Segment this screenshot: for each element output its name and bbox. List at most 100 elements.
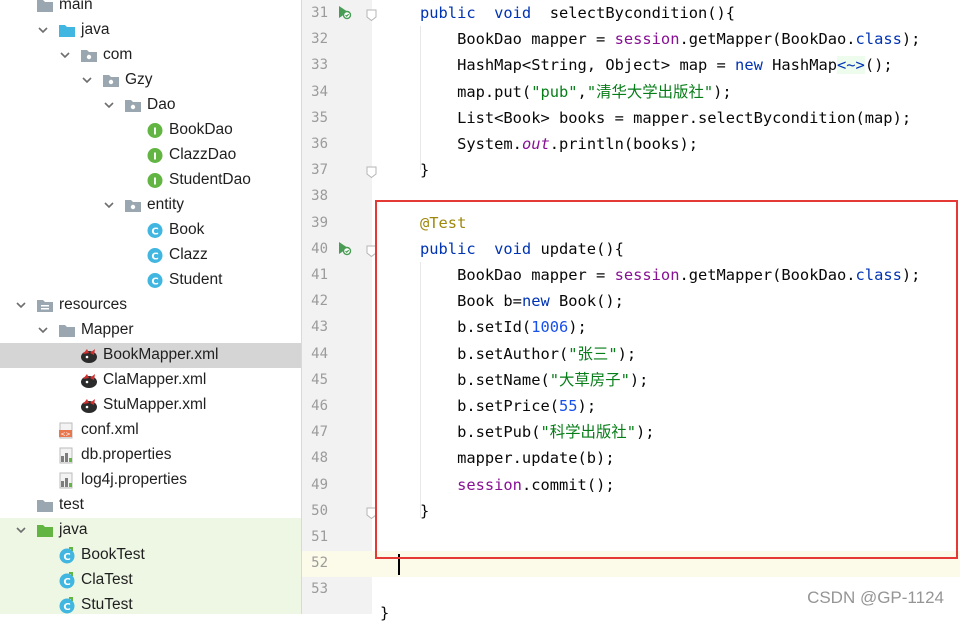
package-icon (102, 72, 120, 89)
tree-item-test[interactable]: test (0, 493, 301, 518)
tree-item-gzy[interactable]: Gzy (0, 68, 301, 93)
tree-item-conf-xml[interactable]: <> conf.xml (0, 418, 301, 443)
line-number: 52 (311, 555, 328, 572)
line-number: 34 (311, 83, 328, 100)
tree-item-clamapper-xml[interactable]: ClaMapper.xml (0, 368, 301, 393)
indent-guide (420, 262, 421, 518)
tree-item-resources[interactable]: resources (0, 293, 301, 318)
fold-icon[interactable] (366, 506, 377, 519)
tree-item-stumapper-xml[interactable]: StuMapper.xml (0, 393, 301, 418)
tree-item-main[interactable]: main (0, 0, 301, 18)
folder-gray-icon (36, 497, 54, 514)
line-number: 49 (311, 476, 328, 493)
indent-guide (420, 26, 421, 170)
tree-item-log4j-properties[interactable]: log4j.properties (0, 468, 301, 493)
tree-item-mapper[interactable]: Mapper (0, 318, 301, 343)
tree-item-label: ClaMapper.xml (103, 371, 207, 388)
class-icon: C (146, 247, 164, 264)
tree-item-stutest[interactable]: C StuTest (0, 593, 301, 614)
fold-icon[interactable] (366, 8, 377, 22)
package-icon (124, 197, 142, 214)
line-number: 40 (311, 240, 328, 257)
svg-text:I: I (153, 152, 157, 163)
tree-item-com[interactable]: com (0, 43, 301, 68)
line-number: 39 (311, 214, 328, 231)
tree-item-clatest[interactable]: C ClaTest (0, 568, 301, 593)
code-line: b.setPrice(55); (420, 397, 597, 415)
tree-item-label: BookTest (81, 546, 145, 563)
chevron-down-icon[interactable] (36, 23, 50, 37)
code-line: System.out.println(books); (420, 135, 699, 153)
tree-item-label: StuTest (81, 596, 133, 613)
tree-item-label: Dao (147, 96, 176, 113)
code-line: b.setAuthor("张三"); (420, 344, 637, 363)
code-line: session.commit(); (457, 475, 615, 494)
fold-icon[interactable] (366, 244, 377, 257)
package-icon (80, 47, 98, 64)
tree-item-label: Mapper (81, 321, 134, 338)
tree-item-clazzdao[interactable]: I ClazzDao (0, 143, 301, 168)
properties-icon (58, 447, 76, 464)
tree-item-label: Book (169, 221, 205, 238)
tree-item-java[interactable]: java (0, 18, 301, 43)
chevron-down-icon[interactable] (102, 98, 116, 112)
code-line: BookDao mapper = session.getMapper(BookD… (420, 266, 921, 284)
run-test-icon[interactable] (336, 240, 352, 256)
tree-item-bookdao[interactable]: I BookDao (0, 118, 301, 143)
line-number: 51 (311, 529, 328, 545)
folder-blue-icon (58, 22, 76, 39)
svg-text:C: C (151, 252, 158, 263)
tree-item-bookmapper-xml[interactable]: BookMapper.xml (0, 343, 301, 368)
line-number: 41 (311, 267, 328, 283)
line-number: 48 (311, 450, 328, 467)
interface-icon: I (146, 172, 164, 189)
mybatis-icon (80, 397, 98, 414)
chevron-down-icon[interactable] (36, 323, 50, 337)
tree-item-label: test (59, 496, 84, 513)
tree-item-label: com (103, 46, 133, 63)
code-line: map.put("pub","清华大学出版社"); (420, 82, 732, 101)
current-line-highlight (302, 551, 960, 577)
tree-item-studentdao[interactable]: I StudentDao (0, 168, 301, 193)
tree-item-booktest[interactable]: C BookTest (0, 543, 301, 568)
svg-text:C: C (151, 277, 158, 288)
line-number: 42 (311, 293, 328, 310)
tree-item-label: java (81, 21, 110, 38)
tree-item-book[interactable]: C Book (0, 218, 301, 243)
svg-text:C: C (63, 602, 70, 613)
tree-item-label: Clazz (169, 246, 208, 263)
line-number: 32 (311, 31, 328, 48)
line-number: 53 (311, 581, 328, 598)
line-number: 38 (311, 188, 328, 205)
line-number: 46 (311, 398, 328, 414)
testclass-icon: C (58, 547, 76, 564)
tree-item-label: Student (169, 271, 223, 288)
chevron-down-icon[interactable] (14, 298, 28, 312)
svg-text:<>: <> (60, 431, 70, 438)
code-line: BookDao mapper = session.getMapper(BookD… (420, 30, 921, 49)
code-line: Book b=new Book(); (420, 292, 624, 311)
tree-item-label: BookDao (169, 121, 233, 138)
tree-item-java[interactable]: java (0, 518, 301, 543)
fold-icon[interactable] (366, 165, 377, 179)
project-tree: main java com Gzy Dao I BookDao I ClazzDao I Stude… (0, 0, 301, 614)
code-line: } (420, 501, 430, 520)
code-line: List<Book> books = mapper.selectBycondit… (420, 108, 912, 127)
svg-text:C: C (151, 227, 158, 238)
chevron-down-icon[interactable] (58, 48, 72, 62)
chevron-down-icon[interactable] (80, 73, 94, 87)
tree-item-db-properties[interactable]: db.properties (0, 443, 301, 468)
tree-item-entity[interactable]: entity (0, 193, 301, 218)
interface-icon: I (146, 147, 164, 164)
chevron-down-icon[interactable] (14, 523, 28, 537)
svg-text:I: I (153, 177, 157, 188)
tree-item-student[interactable]: C Student (0, 268, 301, 293)
code-line: b.setPub("科学出版社"); (420, 423, 655, 442)
class-icon: C (146, 222, 164, 239)
tree-item-label: log4j.properties (81, 471, 187, 488)
tree-item-dao[interactable]: Dao (0, 93, 301, 118)
run-test-icon[interactable] (336, 4, 352, 20)
tree-item-clazz[interactable]: C Clazz (0, 243, 301, 268)
line-number: 33 (311, 57, 328, 74)
chevron-down-icon[interactable] (102, 198, 116, 212)
